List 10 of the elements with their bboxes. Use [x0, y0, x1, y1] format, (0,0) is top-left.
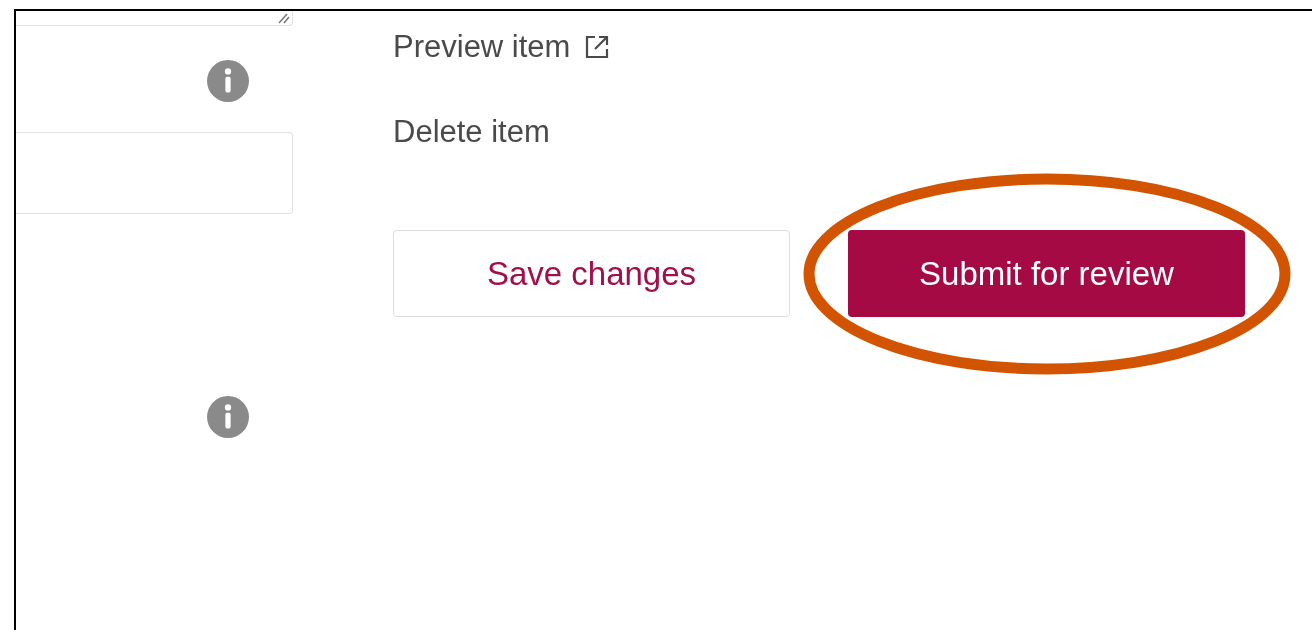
link[interactable]: Delete item — [393, 114, 550, 150]
input-field[interactable] — [16, 132, 293, 214]
link[interactable]: Preview item — [393, 29, 571, 65]
external-link-icon — [584, 34, 611, 60]
save-button[interactable]: Save changes — [393, 230, 790, 317]
info-icon — [207, 60, 249, 102]
submit-button[interactable]: Submit for review — [848, 230, 1245, 317]
info-icon — [207, 396, 249, 438]
text-area-field[interactable] — [16, 11, 293, 26]
resize-grip-icon[interactable] — [276, 12, 290, 24]
